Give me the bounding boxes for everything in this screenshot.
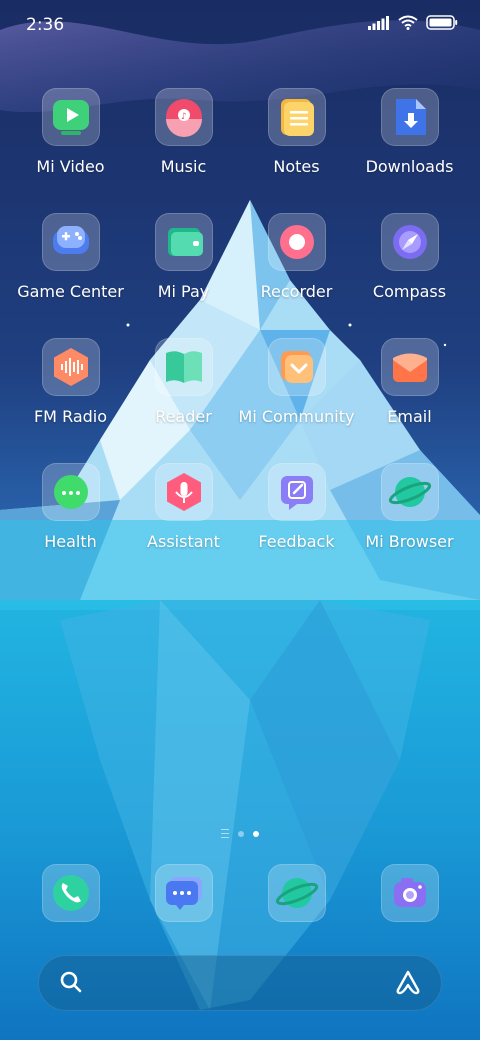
app-recorder[interactable]: Recorder — [240, 213, 353, 338]
app-feedback[interactable]: Feedback — [240, 463, 353, 588]
page-dot-active — [253, 830, 259, 837]
minus-one-screen-indicator — [221, 829, 229, 838]
envelope-icon — [392, 353, 427, 382]
battery-icon — [426, 15, 458, 30]
dock-camera[interactable] — [353, 864, 466, 922]
app-fm-radio[interactable]: FM Radio — [14, 338, 127, 463]
app-icon-tile — [267, 864, 326, 922]
health-chat-icon — [53, 475, 88, 509]
app-icon-tile — [154, 864, 213, 922]
search-icon — [60, 971, 82, 993]
record-icon — [279, 225, 314, 259]
app-notes[interactable]: Notes — [240, 88, 353, 213]
page-dot — [238, 830, 244, 837]
app-icon-tile — [41, 338, 100, 396]
planet-browser-icon — [388, 477, 431, 507]
app-downloads[interactable]: Downloads — [353, 88, 466, 213]
page-indicator[interactable] — [0, 829, 480, 838]
camera-icon — [393, 878, 426, 907]
app-icon-tile — [380, 88, 439, 146]
app-icon-tile — [267, 88, 326, 146]
app-health[interactable]: Health — [14, 463, 127, 588]
voice-assistant-icon[interactable] — [394, 968, 422, 996]
app-icon-tile — [380, 213, 439, 271]
search-bar[interactable] — [38, 955, 442, 1011]
radio-wave-icon — [53, 348, 88, 386]
app-icon-tile — [41, 463, 100, 521]
app-icon-tile — [154, 213, 213, 271]
browser-icon — [275, 878, 318, 908]
clock: 2:36 — [26, 15, 65, 35]
app-email[interactable]: Email — [353, 338, 466, 463]
compass-icon — [392, 225, 427, 259]
app-music[interactable]: ♪ Music — [127, 88, 240, 213]
wifi-icon — [398, 15, 418, 30]
download-file-icon — [395, 99, 426, 135]
dock-browser[interactable] — [240, 864, 353, 922]
community-heart-icon — [280, 351, 313, 383]
app-assistant[interactable]: Assistant — [127, 463, 240, 588]
dock — [14, 864, 466, 922]
signal-icon — [368, 15, 389, 30]
app-icon-tile — [380, 864, 439, 922]
app-icon-tile — [267, 213, 326, 271]
app-icon-tile: ♪ — [154, 88, 213, 146]
gamepad-icon — [52, 226, 89, 254]
app-icon-tile — [41, 864, 100, 922]
app-icon-tile — [267, 338, 326, 396]
app-icon-tile — [154, 463, 213, 521]
app-game-center[interactable]: Game Center — [14, 213, 127, 338]
home-screen: 2:36 Mi Video ♪ Music Notes Downloads Ga… — [0, 0, 480, 1040]
dock-phone[interactable] — [14, 864, 127, 922]
app-mi-community[interactable]: Mi Community — [239, 338, 354, 463]
app-icon-tile — [380, 338, 439, 396]
phone-icon — [52, 875, 89, 911]
app-mi-pay[interactable]: Mi Pay — [127, 213, 240, 338]
dock-messages[interactable] — [127, 864, 240, 922]
svg-text:♪: ♪ — [181, 112, 187, 122]
app-compass[interactable]: Compass — [353, 213, 466, 338]
messages-icon — [165, 877, 202, 910]
notes-icon — [280, 99, 314, 136]
music-disc-icon: ♪ — [165, 99, 202, 137]
video-play-icon — [52, 100, 89, 135]
app-icon-tile — [267, 463, 326, 521]
app-mi-video[interactable]: Mi Video — [14, 88, 127, 213]
wallet-icon — [167, 228, 203, 256]
microphone-icon — [166, 473, 201, 511]
app-icon-tile — [380, 463, 439, 521]
app-mi-browser[interactable]: Mi Browser — [353, 463, 466, 588]
feedback-edit-icon — [280, 476, 313, 510]
app-icon-tile — [154, 338, 213, 396]
app-reader[interactable]: Reader — [127, 338, 240, 463]
app-icon-tile — [41, 88, 100, 146]
book-icon — [165, 351, 202, 383]
status-bar: 2:36 — [0, 0, 480, 52]
app-icon-tile — [41, 213, 100, 271]
app-grid: Mi Video ♪ Music Notes Downloads Game Ce… — [14, 88, 466, 588]
